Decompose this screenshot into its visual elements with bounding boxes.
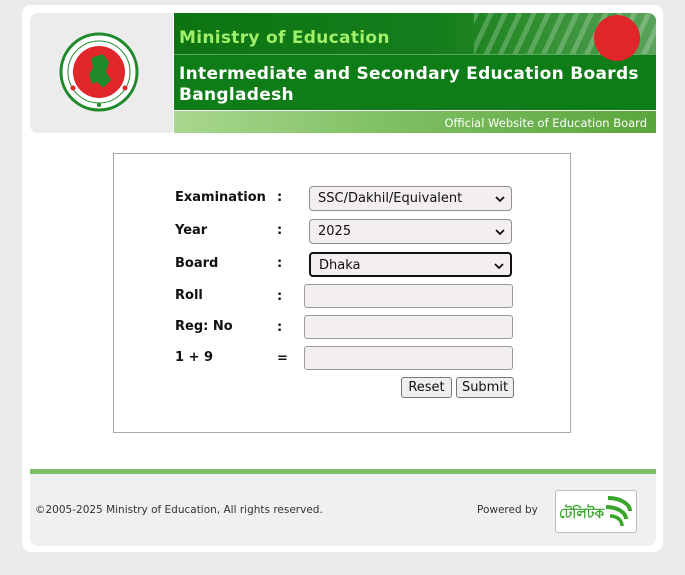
reset-button[interactable]: Reset — [401, 377, 452, 398]
examination-label: Examination — [175, 190, 266, 205]
logo-panel — [30, 13, 173, 133]
roll-label: Roll — [175, 288, 203, 303]
teletalk-logo-text: টেলিটক — [559, 506, 605, 522]
roll-input[interactable] — [304, 284, 513, 308]
board-select-value: Dhaka — [319, 258, 361, 273]
footer: ©2005-2025 Ministry of Education, All ri… — [30, 474, 656, 546]
sub-banner: Official Website of Education Board — [174, 111, 656, 133]
copyright-text: ©2005-2025 Ministry of Education, All ri… — [35, 504, 323, 516]
year-colon: : — [277, 223, 283, 238]
captcha-label: 1 + 9 — [175, 350, 214, 365]
chevron-down-icon — [494, 263, 504, 270]
board-title-line1: Intermediate and Secondary Education Boa… — [179, 64, 639, 84]
roll-colon: : — [277, 289, 283, 304]
government-seal-icon — [59, 32, 139, 112]
reg-no-input[interactable] — [304, 315, 513, 339]
year-label: Year — [175, 223, 208, 238]
board-label: Board — [175, 256, 219, 271]
captcha-equals: = — [277, 351, 288, 366]
year-select[interactable]: 2025 — [309, 219, 512, 244]
chevron-down-icon — [495, 196, 505, 203]
examination-select[interactable]: SSC/Dakhil/Equivalent — [309, 186, 512, 211]
reg-no-label: Reg: No — [175, 319, 233, 334]
board-colon: : — [277, 256, 283, 271]
examination-select-value: SSC/Dakhil/Equivalent — [318, 191, 463, 206]
board-title: Intermediate and Secondary Education Boa… — [179, 64, 649, 106]
teletalk-wave-icon — [605, 496, 632, 527]
official-website-text: Official Website of Education Board — [444, 116, 647, 130]
chevron-down-icon — [495, 229, 505, 236]
submit-button[interactable]: Submit — [456, 377, 514, 398]
year-select-value: 2025 — [318, 224, 352, 239]
header-banner: Ministry of Education Intermediate and S… — [174, 13, 656, 110]
powered-by-text: Powered by — [477, 504, 538, 516]
board-select[interactable]: Dhaka — [309, 252, 512, 277]
teletalk-logo[interactable]: টেলিটক — [555, 490, 637, 533]
ministry-title: Ministry of Education — [179, 28, 390, 48]
board-title-line2: Bangladesh — [179, 85, 294, 105]
flag-icon — [594, 15, 640, 61]
examination-colon: : — [277, 190, 283, 205]
reg-no-colon: : — [277, 320, 283, 335]
captcha-input[interactable] — [304, 346, 513, 370]
banner-top: Ministry of Education — [174, 13, 656, 61]
